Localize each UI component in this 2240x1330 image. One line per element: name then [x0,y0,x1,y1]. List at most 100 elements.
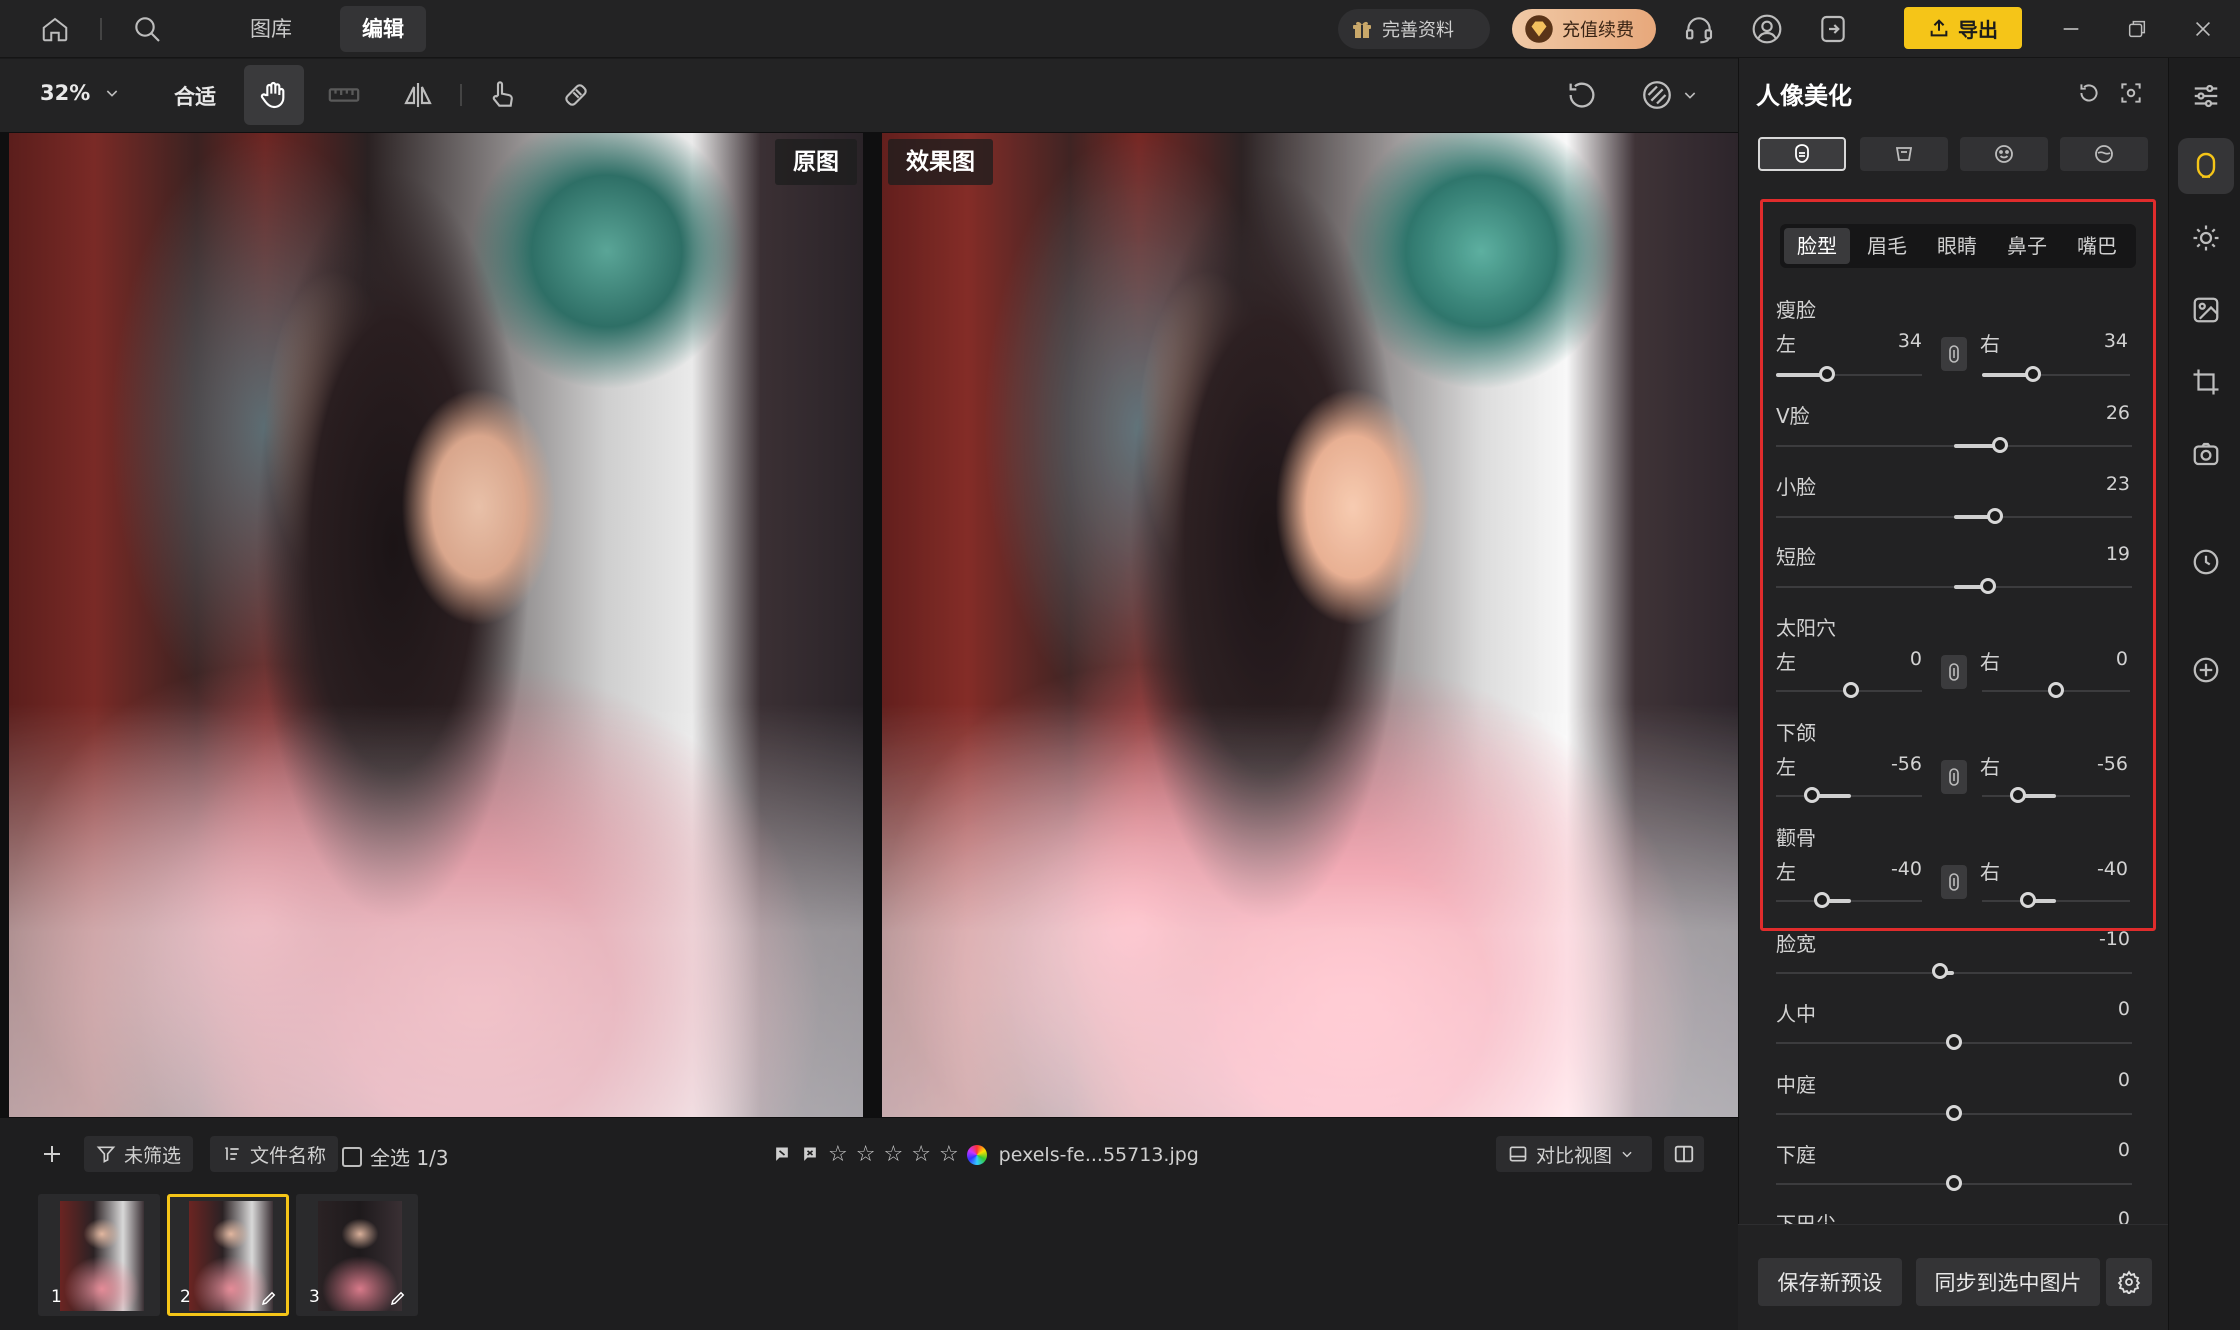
link-icon[interactable] [1941,655,1967,689]
short-face-slider[interactable] [1980,578,1996,594]
adjust-sliders-icon[interactable] [2186,76,2226,116]
recharge-button[interactable]: 充值续费 [1512,9,1656,49]
thin-face-right-slider[interactable] [2025,366,2041,382]
star-icon[interactable]: ☆ [911,1142,931,1167]
thumbnail-2[interactable]: 2 [167,1194,289,1316]
left-label: 左 [1776,332,1796,356]
subtab-mouth[interactable]: 嘴巴 [2064,228,2130,264]
right-label: 右 [1980,332,2000,356]
brightness-sun-icon[interactable] [2186,218,2226,258]
flag-icon[interactable] [772,1145,792,1165]
history-clock-icon[interactable] [2186,542,2226,582]
close-icon[interactable] [2186,12,2220,46]
philtrum-value: 0 [2117,998,2130,1020]
original-photo[interactable]: 原图 [9,133,863,1117]
face-scan-icon[interactable] [2118,80,2144,106]
undo-rotate-icon[interactable] [1552,65,1612,125]
touch-tool-icon[interactable] [472,65,532,125]
lowerface-slider[interactable] [1946,1175,1962,1191]
settings-gear-icon[interactable] [2106,1258,2152,1306]
thumbnail-number: 2 [180,1287,191,1307]
export-button[interactable]: 导出 [1904,7,2022,49]
add-icon[interactable] [34,1136,70,1172]
home-icon[interactable] [38,12,72,46]
midface-slider[interactable] [1946,1105,1962,1121]
star-icon[interactable]: ☆ [939,1142,959,1167]
checkbox-icon [342,1146,362,1167]
philtrum-slider[interactable] [1946,1034,1962,1050]
headset-icon[interactable] [1682,12,1716,46]
short-face-label: 短脸 [1776,545,1816,569]
user-avatar-icon[interactable] [1750,12,1784,46]
filter-button[interactable]: 未筛选 [84,1136,194,1172]
crop-icon[interactable] [2186,362,2226,402]
link-icon[interactable] [1941,760,1967,794]
lowerface-label: 下庭 [1776,1143,1816,1167]
effect-photo[interactable]: 效果图 [882,133,1738,1117]
highlight-box [1760,199,2156,931]
thin-face-left-slider[interactable] [1819,366,1835,382]
face-width-value: -10 [2098,928,2130,950]
jaw-left-slider[interactable] [1804,787,1820,803]
minimize-icon[interactable] [2054,12,2088,46]
short-face-value: 19 [2105,543,2130,565]
star-icon[interactable]: ☆ [856,1142,876,1167]
subtab-face-shape[interactable]: 脸型 [1784,228,1850,264]
fit-button[interactable]: 合适 [174,81,216,111]
body-category-tab[interactable] [1860,137,1948,171]
sync-to-selected-button[interactable]: 同步到选中图片 [1916,1258,2100,1306]
save-preset-button[interactable]: 保存新预设 [1758,1258,1902,1306]
thin-face-right-value: 34 [2103,330,2128,352]
cheekbone-right-slider[interactable] [2020,892,2036,908]
ruler-icon[interactable] [314,65,374,125]
compare-view-icon [1508,1144,1528,1164]
upload-icon [1928,17,1950,39]
thumbnail-1[interactable]: 1 [38,1194,160,1316]
image-edit-icon[interactable] [2186,290,2226,330]
subtab-eyes[interactable]: 眼睛 [1924,228,1990,264]
sort-button[interactable]: 文件名称 [210,1136,339,1172]
sign-in-icon[interactable] [1816,12,1850,46]
add-circle-icon[interactable] [2186,650,2226,690]
link-icon[interactable] [1941,865,1967,899]
v-face-slider[interactable] [1992,437,2008,453]
cheekbone-left-slider[interactable] [1814,892,1830,908]
split-view-icon[interactable] [1664,1136,1704,1172]
flip-icon[interactable] [388,65,448,125]
search-icon[interactable] [130,12,164,46]
jaw-right-slider[interactable] [2010,787,2026,803]
thin-face-label: 瘦脸 [1776,298,1816,322]
face-shape-category-tab[interactable] [1758,137,1846,171]
camera-icon[interactable] [2186,434,2226,474]
small-face-slider[interactable] [1987,508,2003,524]
overlay-dropdown[interactable] [1624,65,1714,125]
tab-library[interactable]: 图库 [228,6,314,52]
star-icon[interactable]: ☆ [883,1142,903,1167]
thumbnail-3[interactable]: 3 [296,1194,418,1316]
zoom-dropdown[interactable]: 32% [40,81,120,105]
color-label-icon[interactable] [966,1144,987,1165]
reject-flag-icon[interactable] [800,1145,820,1165]
compare-view-dropdown[interactable]: 对比视图 [1496,1136,1652,1172]
makeup-category-tab[interactable] [2060,137,2148,171]
smile-category-tab[interactable] [1960,137,2048,171]
restore-icon[interactable] [2120,12,2154,46]
hand-tool-icon[interactable] [244,65,304,125]
temple-right-slider[interactable] [2048,682,2064,698]
right-label: 右 [1980,755,2000,779]
tab-edit[interactable]: 编辑 [340,6,426,52]
edit-toolbar: 32% 合适 [0,59,1738,132]
complete-profile-button[interactable]: 完善资料 [1338,9,1490,49]
face-width-slider[interactable] [1932,963,1948,979]
portrait-beauty-icon[interactable] [2178,138,2234,194]
reset-icon[interactable] [2076,80,2102,106]
makeup-icon [2092,142,2116,166]
star-icon[interactable]: ☆ [828,1142,848,1167]
subtab-nose[interactable]: 鼻子 [1994,228,2060,264]
link-icon[interactable] [1941,337,1967,371]
temple-left-slider[interactable] [1843,682,1859,698]
eraser-icon[interactable] [546,65,606,125]
cheekbone-left-value: -40 [1890,858,1922,880]
select-all-checkbox[interactable]: 全选 1/3 [342,1142,449,1171]
subtab-eyebrows[interactable]: 眉毛 [1854,228,1920,264]
